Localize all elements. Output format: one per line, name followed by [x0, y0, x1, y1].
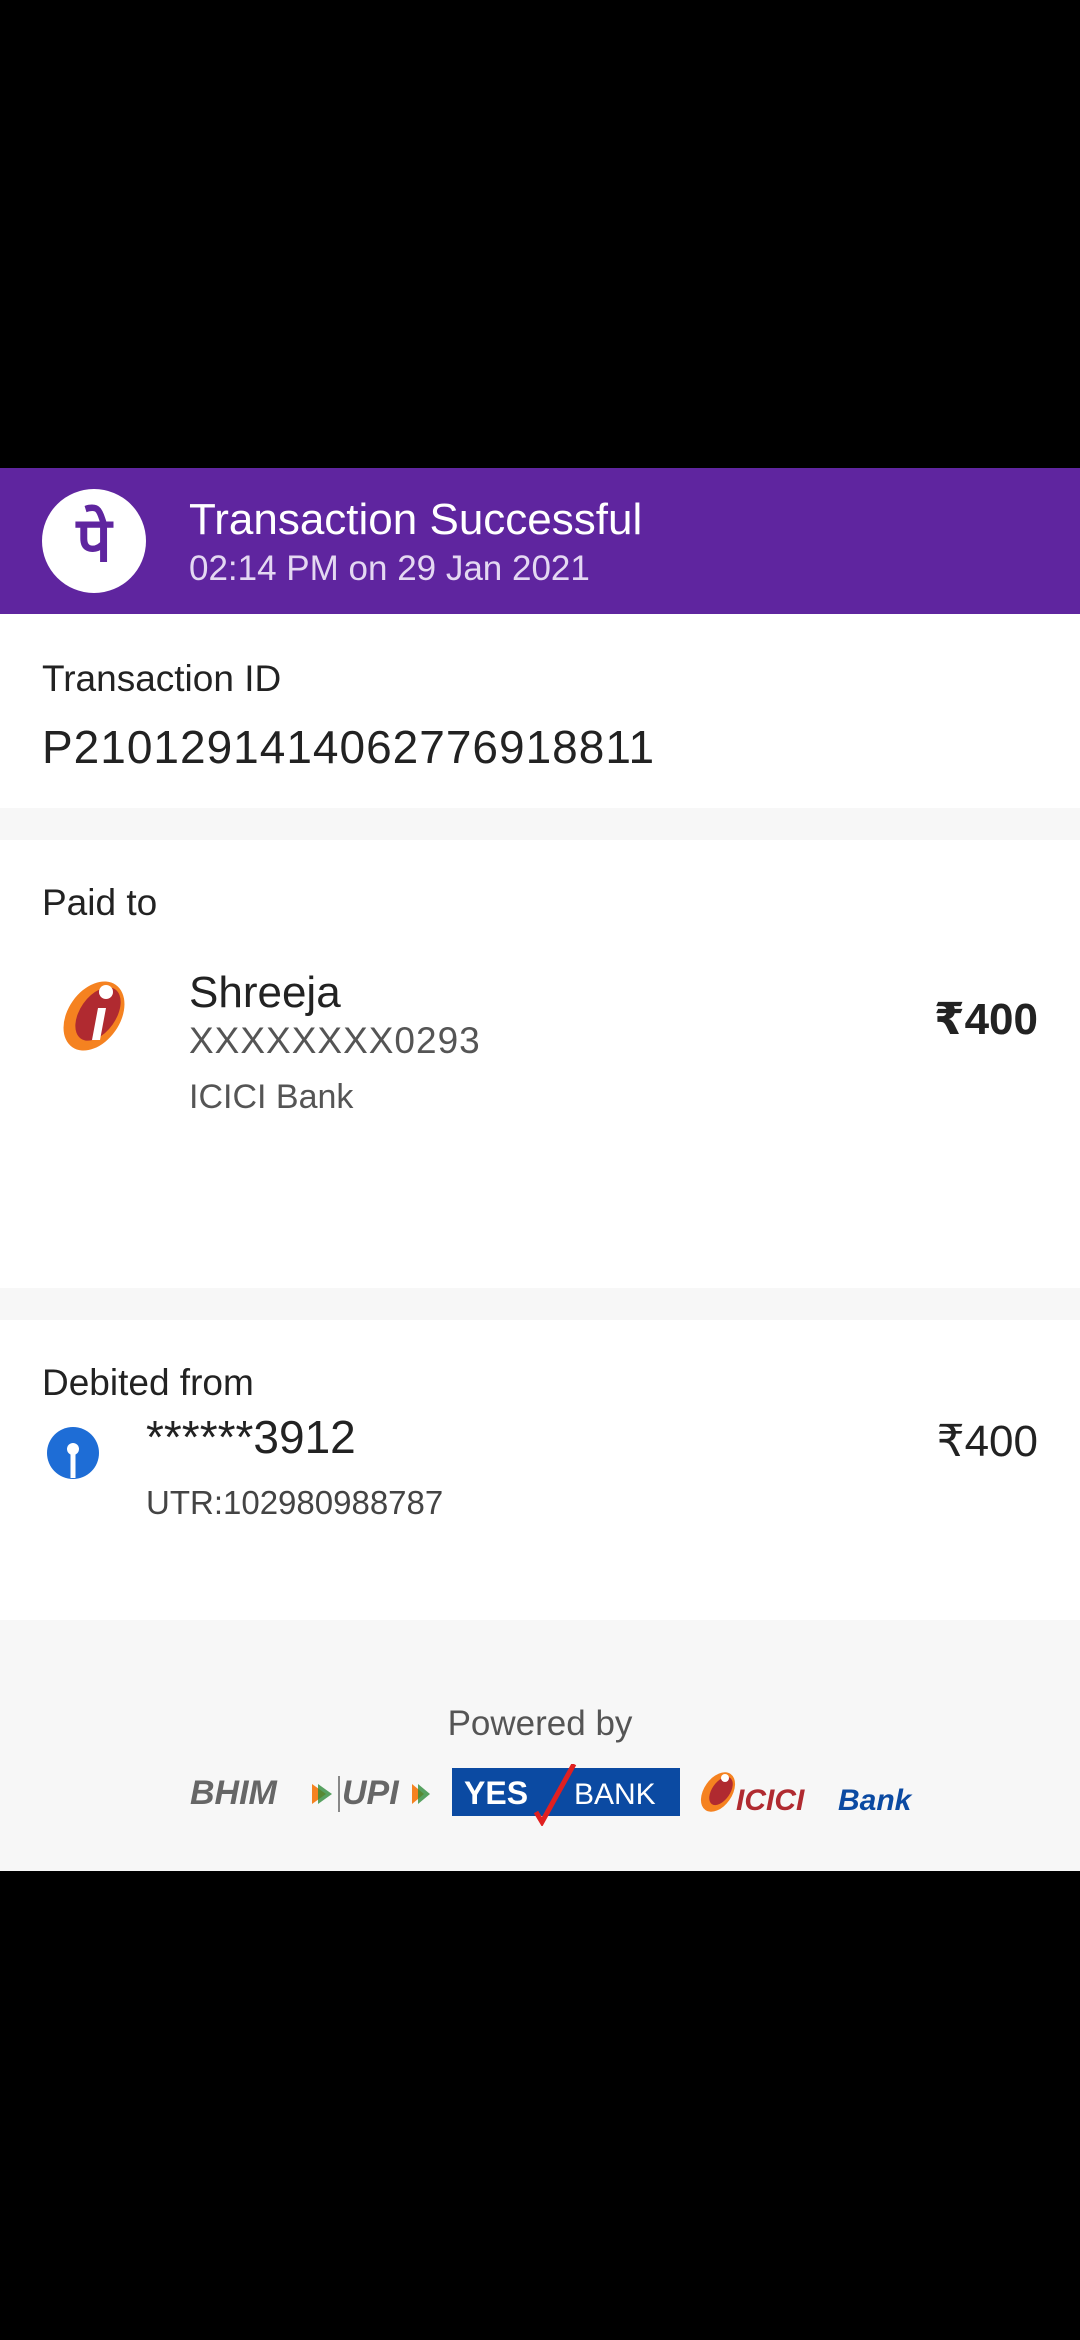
paid-to-section[interactable]: Paid to Shreeja XXXXXXXX0293 ICICI Bank … [0, 840, 1080, 1288]
transaction-id-section: Transaction ID P2101291414062776918811 [0, 614, 1080, 808]
partner-logos: BHIM UPI YES BANK ICICI Bank [190, 1762, 930, 1828]
icici-bank-icon [54, 970, 134, 1060]
transaction-id-value[interactable]: P2101291414062776918811 [42, 720, 655, 774]
debit-account: ******3912 [146, 1411, 356, 1463]
paid-to-label: Paid to [42, 882, 158, 923]
yes-bank-logo: YES BANK [452, 1762, 680, 1828]
upi-logo-text: UPI [342, 1774, 400, 1812]
upi-logo: UPI [342, 1774, 430, 1812]
payee-account: XXXXXXXX0293 [189, 1020, 481, 1061]
debited-from-label: Debited from [42, 1362, 254, 1403]
transaction-id-label: Transaction ID [42, 658, 282, 699]
status-timestamp: 02:14 PM on 29 Jan 2021 [189, 549, 590, 588]
icici-bank-logo: ICICI Bank [700, 1772, 913, 1817]
transaction-card: पे Transaction Successful 02:14 PM on 29… [0, 468, 1080, 1871]
bhim-logo-text: BHIM [190, 1774, 278, 1812]
payee-bank-name: ICICI Bank [189, 1078, 354, 1116]
icici-logo-text: ICICI [736, 1784, 805, 1817]
bank-logo-text: BANK [574, 1778, 656, 1811]
screen: पे Transaction Successful 02:14 PM on 29… [0, 0, 1080, 2340]
bhim-logo: BHIM [190, 1774, 340, 1812]
icici-bank-logo-text: Bank [838, 1784, 913, 1817]
sbi-bank-icon [46, 1426, 100, 1480]
yes-logo-text: YES [464, 1775, 528, 1811]
status-header: पे Transaction Successful 02:14 PM on 29… [0, 468, 1080, 614]
svg-text:पे: पे [75, 503, 114, 576]
phonepe-logo-icon: पे [42, 489, 146, 593]
paid-amount: ₹400 [933, 995, 1038, 1044]
debited-amount: ₹400 [936, 1417, 1038, 1466]
status-title: Transaction Successful [189, 495, 643, 544]
debited-from-section[interactable]: Debited from ******3912 UTR:102980988787… [0, 1320, 1080, 1620]
utr-number[interactable]: UTR:102980988787 [146, 1484, 443, 1522]
powered-by-label: Powered by [447, 1704, 633, 1743]
payee-name: Shreeja [189, 968, 341, 1017]
